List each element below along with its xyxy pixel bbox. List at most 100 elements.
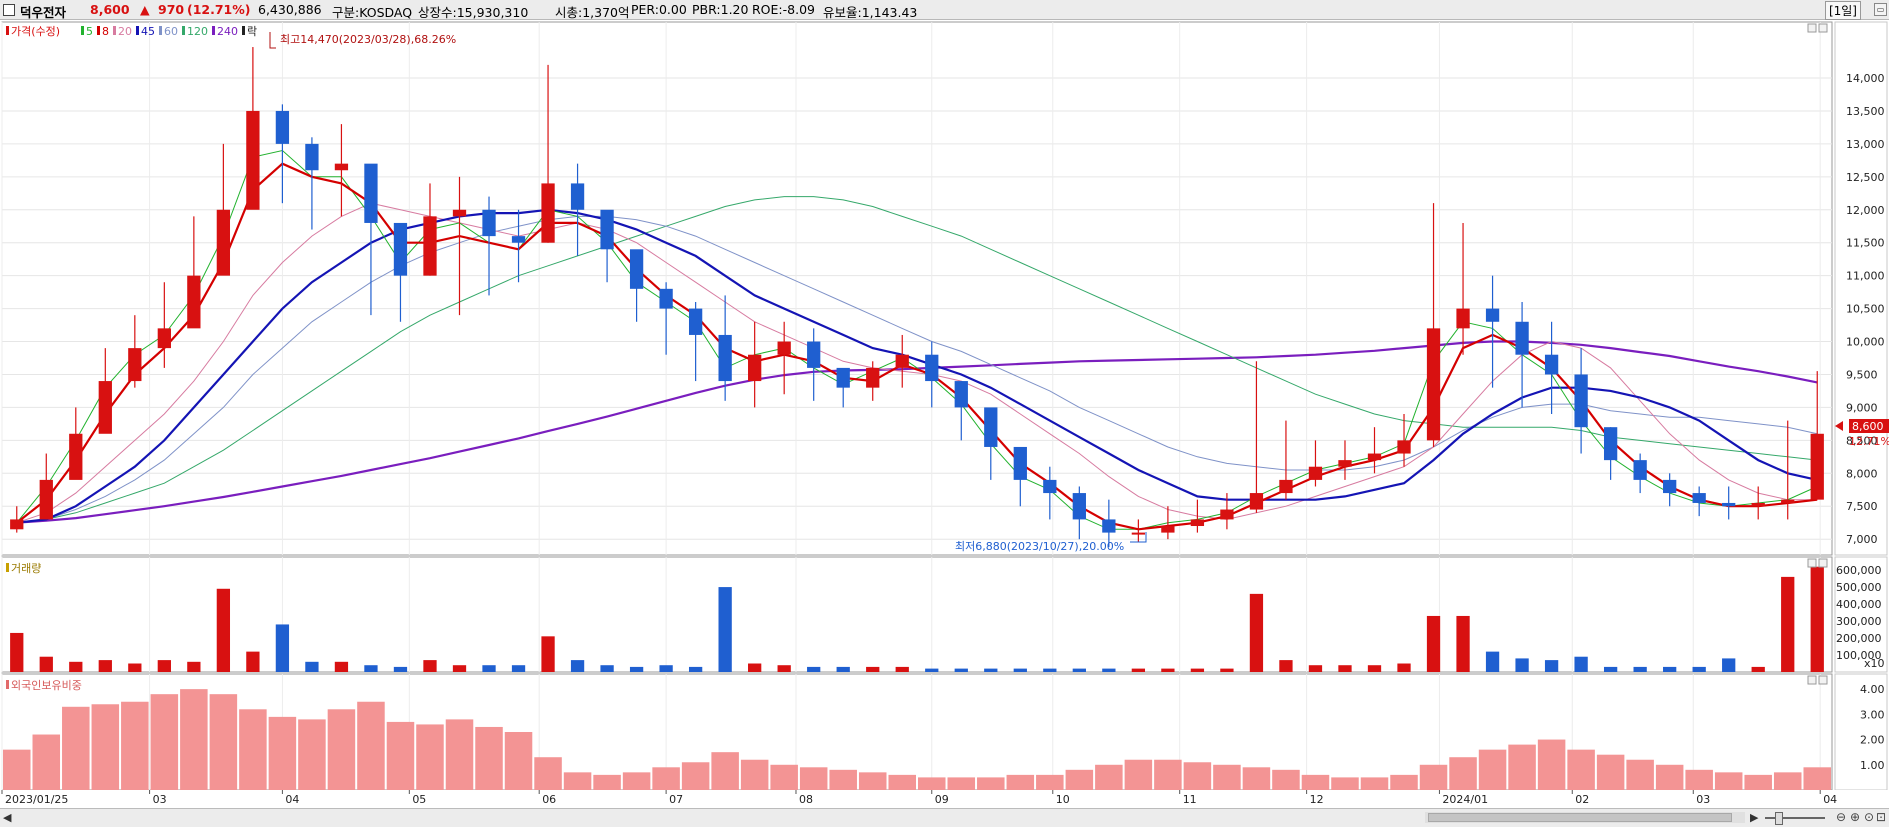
zoom-slider[interactable]	[1765, 817, 1825, 819]
scroll-right-icon[interactable]: ▶	[1750, 811, 1758, 824]
market-cap: 시총:1,370억	[555, 5, 630, 20]
volume-bar	[364, 665, 378, 672]
candle-body	[659, 288, 673, 309]
legend-label: 60	[164, 25, 178, 38]
foreign-ratio-bar	[918, 777, 946, 790]
x-tick-label: 03	[1696, 793, 1710, 806]
scroll-left-icon[interactable]: ◀	[3, 811, 11, 824]
x-tick-label: 06	[542, 793, 556, 806]
volume-bar	[216, 588, 231, 672]
legend-label: 락	[247, 25, 257, 38]
candle-body	[541, 183, 555, 243]
zoom-in-icon[interactable]: ⊕	[1850, 810, 1860, 824]
checkbox-icon[interactable]	[3, 4, 15, 16]
legend-swatch-icon	[182, 26, 185, 35]
volume-bar	[1692, 666, 1706, 672]
foreign-ratio-bar	[947, 777, 976, 790]
legend-swatch-icon	[6, 563, 9, 572]
foreign-ratio-bar	[1567, 749, 1595, 790]
volume-bar	[541, 636, 555, 672]
foreign-ratio-bar	[593, 774, 621, 790]
candle-body	[393, 222, 408, 276]
volume-tick-label: 500,000	[1836, 581, 1882, 594]
x-tick-label: 2024/01	[1442, 793, 1488, 806]
price-tick-label: 10,500	[1846, 303, 1885, 316]
volume-bar	[157, 660, 171, 672]
candle-body	[1810, 433, 1824, 500]
pbr-value: PBR:1.20	[692, 2, 749, 17]
foreign-tick-label: 2.00	[1860, 734, 1885, 747]
zoom-out-icon[interactable]: ⊖	[1836, 810, 1846, 824]
candle-body	[187, 275, 201, 329]
candle-body	[570, 183, 585, 210]
candle-body	[1308, 466, 1323, 480]
stock-name[interactable]: 덕우전자	[20, 2, 66, 21]
foreign-ratio-bar	[1154, 759, 1182, 790]
price-tick-label: 8,000	[1846, 467, 1878, 480]
foreign-ratio-bar	[1036, 774, 1064, 790]
volume-bar	[246, 651, 260, 672]
foreign-ratio-bar	[799, 767, 828, 790]
volume-bar	[1131, 668, 1146, 672]
candle-body	[1397, 440, 1411, 454]
x-tick-label: 04	[285, 793, 299, 806]
foreign-ratio-bar	[416, 724, 444, 790]
volume-tick-label: 600,000	[1836, 564, 1882, 577]
candle-body	[748, 354, 762, 382]
foreign-tick-label: 4.00	[1860, 683, 1885, 696]
zoom-fit-icon[interactable]: ⊡	[1876, 810, 1886, 824]
volume-bar	[1072, 668, 1086, 672]
volume-bar	[1663, 666, 1677, 672]
period-selector[interactable]: [1일]	[1824, 1, 1861, 20]
candle-body	[777, 341, 791, 355]
foreign-ratio-bar	[91, 704, 120, 790]
volume-bar	[718, 587, 732, 672]
candle-body	[1722, 502, 1736, 507]
legend-swatch-icon	[242, 26, 245, 35]
foreign-ratio-bar	[32, 734, 61, 790]
legend-swatch-icon	[159, 26, 162, 35]
candle-body	[1161, 526, 1175, 533]
low-annotation: 최저6,880(2023/10/27),20.00%	[955, 540, 1124, 553]
candle-body	[807, 341, 821, 368]
panel-close-icon[interactable]	[1818, 675, 1828, 685]
volume-bar	[275, 624, 290, 672]
price-tick-label: 13,500	[1846, 105, 1885, 118]
x-tick-label: 12	[1310, 793, 1324, 806]
zoom-slider-knob[interactable]	[1775, 812, 1783, 825]
candle-body	[216, 209, 231, 276]
candle-body	[1338, 460, 1352, 467]
candle-body	[984, 407, 998, 447]
volume-bar	[1426, 615, 1441, 672]
panel-close-icon[interactable]	[1818, 558, 1828, 568]
zoom-reset-icon[interactable]: ⊙	[1864, 810, 1874, 824]
foreign-ratio-bar	[239, 709, 267, 790]
candle-body	[1367, 453, 1382, 461]
scroll-thumb[interactable]	[1428, 813, 1732, 822]
restore-icon[interactable]: ▭	[1874, 3, 1887, 16]
candle-body	[1426, 328, 1441, 441]
panel-close-icon[interactable]	[1818, 23, 1828, 33]
price-tick-label: 12,500	[1846, 171, 1885, 184]
panel-minimize-icon[interactable]	[1807, 558, 1817, 568]
panel-minimize-icon[interactable]	[1807, 675, 1817, 685]
price-tick-label: 9,000	[1846, 401, 1878, 414]
panel-minimize-icon[interactable]	[1807, 23, 1817, 33]
foreign-ratio-bar	[1537, 739, 1566, 790]
x-tick-label: 03	[153, 793, 167, 806]
volume-bar	[1220, 668, 1234, 672]
volume-bar	[777, 665, 791, 672]
stock-chart[interactable]: 14,000 13,500 13,000 12,500 12,000 11,500 11,0…	[0, 20, 1889, 808]
roe-value: ROE:-8.09	[752, 2, 815, 17]
candle-body	[1633, 460, 1647, 480]
volume-bar	[187, 661, 201, 672]
volume-bar	[1515, 658, 1529, 672]
candle-body	[1603, 427, 1618, 461]
foreign-ratio-bar	[1360, 777, 1389, 790]
price-tick-label: 13,000	[1846, 138, 1885, 151]
candle-body	[423, 216, 437, 276]
foreign-ratio-bar	[1065, 769, 1094, 790]
volume-bar	[895, 666, 909, 672]
foreign-ratio-bar	[1419, 764, 1448, 790]
price-tick-label: 9,500	[1846, 368, 1878, 381]
